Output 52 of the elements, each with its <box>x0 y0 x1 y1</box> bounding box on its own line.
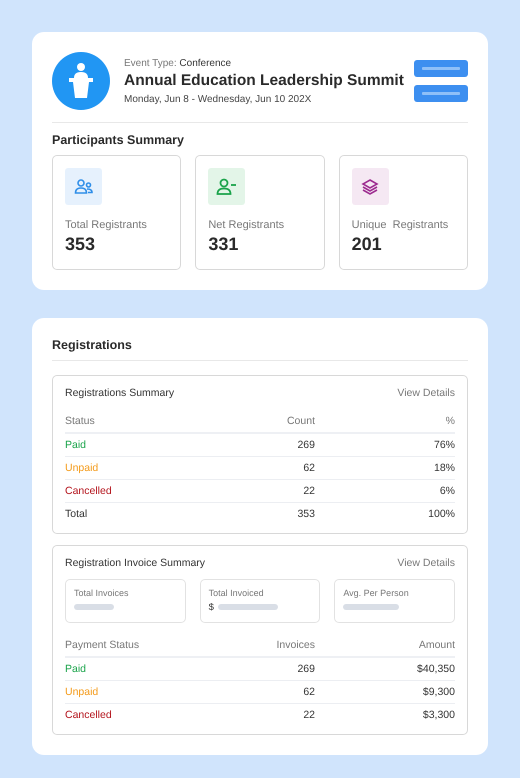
status-cell: Cancelled <box>65 485 112 497</box>
column-header: Payment Status <box>65 633 195 657</box>
status-cell: Unpaid <box>65 462 98 474</box>
action-button[interactable] <box>414 85 468 102</box>
count-cell: 22 <box>303 709 315 721</box>
stat-value: 353 <box>65 234 96 255</box>
stat-label: Net Registrants <box>208 219 286 231</box>
column-header: % <box>315 409 455 433</box>
percent-cell: 18% <box>434 462 455 474</box>
value-placeholder <box>343 604 400 610</box>
view-details-link[interactable]: View Details <box>397 387 455 399</box>
column-header: Status <box>65 409 195 433</box>
event-type-value: Conference <box>179 58 232 68</box>
event-type-label: Event Type: <box>124 58 177 68</box>
status-cell: Total <box>65 508 88 520</box>
column-header: Invoices <box>195 633 315 657</box>
amount-cell: $3,300 <box>422 709 455 721</box>
count-cell: 62 <box>303 462 315 474</box>
amount-cell: $9,300 <box>422 686 455 698</box>
stat-label: Total Registrants <box>65 219 148 231</box>
count-cell: 62 <box>303 686 315 698</box>
status-cell: Paid <box>65 439 86 451</box>
stat-value: 331 <box>208 234 240 255</box>
count-cell: 269 <box>297 439 315 451</box>
metric-label: Total Invoices <box>74 588 129 598</box>
podium-speaker-icon <box>52 52 110 110</box>
section-title: Participants Summary <box>52 133 185 147</box>
percent-cell: 100% <box>428 508 455 520</box>
value-placeholder <box>218 604 278 610</box>
stat-value: 201 <box>352 234 383 255</box>
stat-label: Unique Registrants <box>352 219 450 231</box>
percent-cell: 76% <box>434 439 455 451</box>
count-cell: 353 <box>297 508 315 520</box>
currency-symbol: $ <box>208 602 214 612</box>
metric-label: Avg. Per Person <box>343 588 409 598</box>
status-cell: Cancelled <box>65 709 112 721</box>
status-cell: Unpaid <box>65 686 98 698</box>
percent-cell: 6% <box>440 485 455 497</box>
column-header: Amount <box>315 633 455 657</box>
status-cell: Paid <box>65 663 86 675</box>
column-header: Count <box>195 409 315 433</box>
action-button[interactable] <box>414 60 468 77</box>
view-details-link[interactable]: View Details <box>397 557 455 569</box>
count-cell: 22 <box>303 485 315 497</box>
count-cell: 269 <box>297 663 315 675</box>
event-dates: Monday, Jun 8 - Wednesday, Jun 10 202X <box>124 94 312 104</box>
amount-cell: $40,350 <box>417 663 455 675</box>
value-placeholder <box>74 604 114 610</box>
metric-label: Total Invoiced <box>208 588 264 598</box>
panel-title: Registration Invoice Summary <box>65 557 206 569</box>
panel-title: Registrations Summary <box>65 387 174 399</box>
section-title: Registrations <box>52 338 133 352</box>
